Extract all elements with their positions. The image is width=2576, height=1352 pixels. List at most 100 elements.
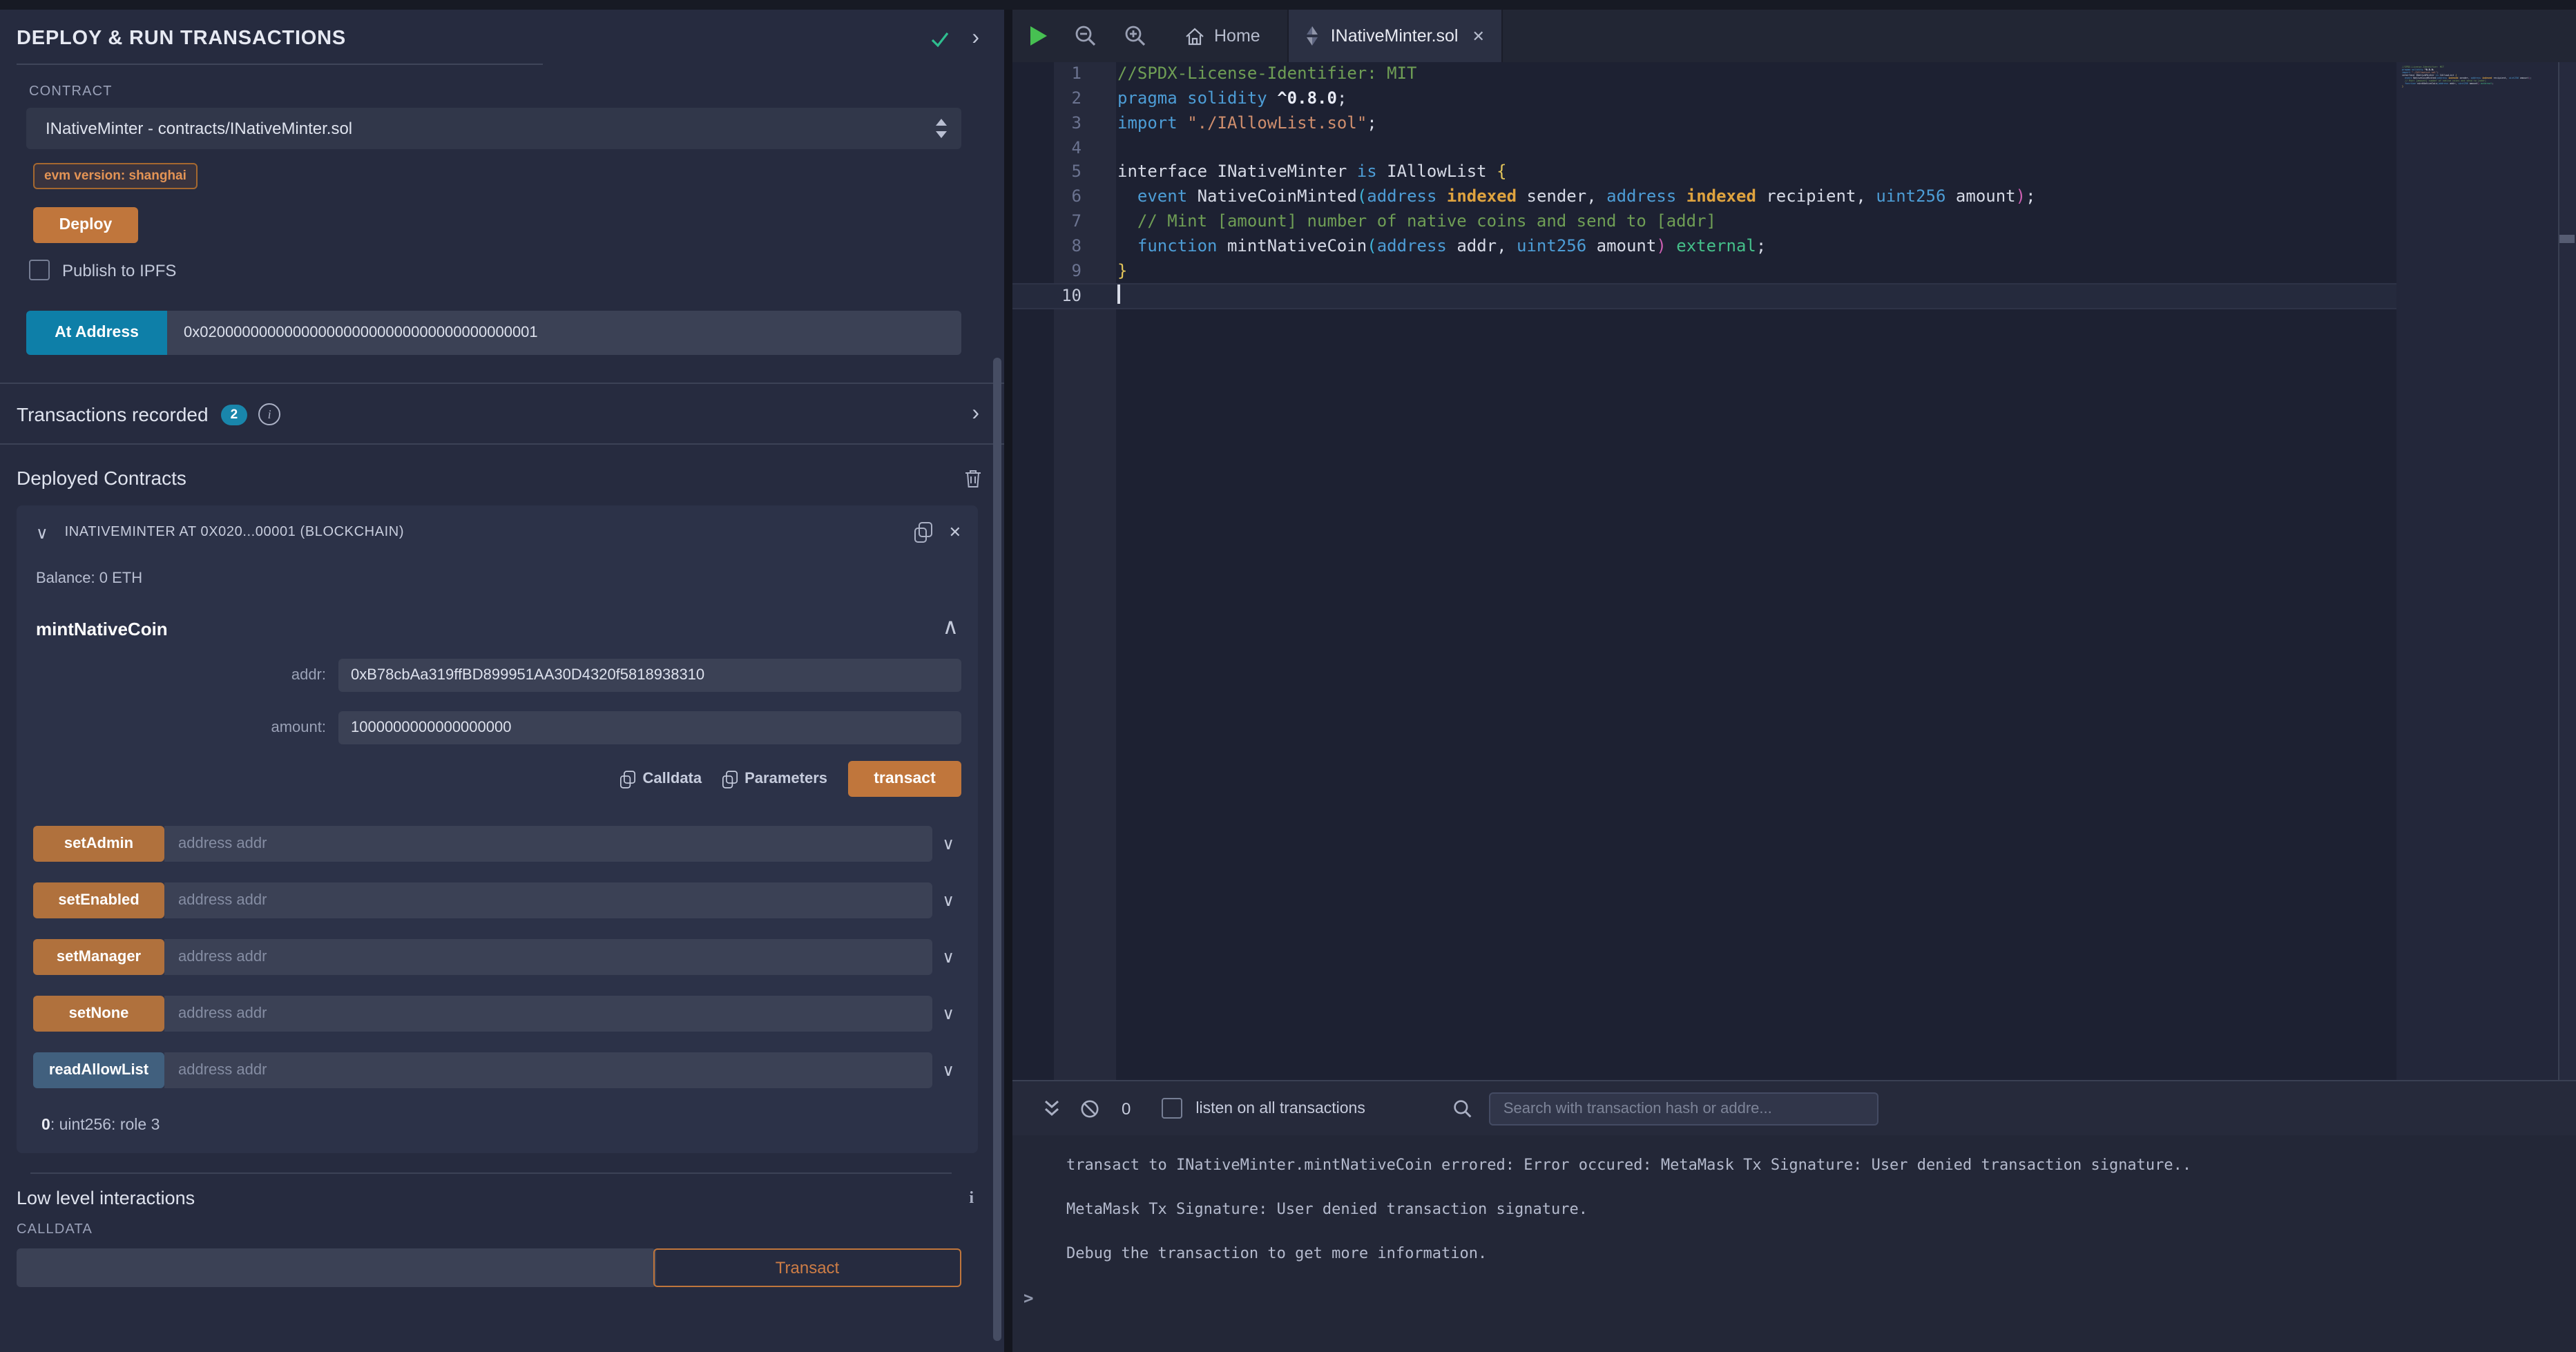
setManager-input[interactable]: [164, 939, 932, 975]
function-list: setAdmin ∨ setEnabled ∨ setManager ∨ setNone ∨ r…: [17, 826, 978, 1088]
line-number: 7: [1012, 210, 1082, 235]
calldata-input[interactable]: [17, 1248, 656, 1287]
code-line-4[interactable]: 4: [1012, 136, 2396, 161]
panel-scrollbar[interactable]: [993, 358, 1001, 1341]
pending-tx-count: 0: [1122, 1099, 1131, 1118]
copy-address-icon[interactable]: [914, 522, 932, 543]
copy-icon: [621, 770, 636, 788]
at-address-input[interactable]: [167, 311, 961, 355]
code-editor[interactable]: 1//SPDX-License-Identifier: MIT2pragma s…: [1012, 62, 2576, 1080]
zoom-in-icon[interactable]: [1124, 25, 1146, 47]
listen-transactions-label: listen on all transactions: [1195, 1100, 1365, 1117]
code-line-1[interactable]: 1//SPDX-License-Identifier: MIT: [1012, 62, 2396, 87]
expand-transactions-icon[interactable]: ›: [972, 403, 979, 425]
search-icon: [1454, 1099, 1473, 1118]
chevron-down-icon[interactable]: ∨: [942, 947, 954, 967]
code-line-8[interactable]: 8 function mintNativeCoin(address addr, …: [1012, 235, 2396, 260]
function-header[interactable]: mintNativeCoin ∧: [17, 587, 978, 639]
contract-card-header[interactable]: ∨ INATIVEMINTER AT 0X020...00001 (BLOCKC…: [17, 505, 978, 543]
deploy-button[interactable]: Deploy: [33, 207, 138, 243]
code-line-6[interactable]: 6 event NativeCoinMinted(address indexed…: [1012, 185, 2396, 210]
code-line-2[interactable]: 2pragma solidity ^0.8.0;: [1012, 87, 2396, 112]
setEnabled-button[interactable]: setEnabled: [33, 882, 164, 918]
tab-inativeminter[interactable]: INativeMinter.sol ✕: [1288, 10, 1503, 62]
info-icon: i: [258, 403, 280, 425]
tab-close-icon[interactable]: ✕: [1472, 27, 1485, 45]
code-line-10[interactable]: 10: [1012, 284, 2396, 309]
function-row-setAdmin: setAdmin ∨: [33, 826, 954, 862]
collapse-function-icon[interactable]: ∧: [943, 617, 959, 639]
code-line-5[interactable]: 5interface INativeMinter is IAllowList {: [1012, 161, 2396, 186]
transact-button[interactable]: transact: [848, 761, 961, 797]
contract-select[interactable]: INativeMinter - contracts/INativeMinter.…: [26, 108, 961, 149]
editor-tabbar: Home INativeMinter.sol ✕: [1012, 10, 2576, 62]
chevron-down-icon[interactable]: ∨: [942, 1061, 954, 1080]
parameters-copy-label: Parameters: [744, 771, 827, 787]
setManager-button[interactable]: setManager: [33, 939, 164, 975]
chevron-down-icon[interactable]: ∨: [942, 834, 954, 853]
zoom-out-icon[interactable]: [1075, 25, 1097, 47]
code-line-3[interactable]: 3import "./IAllowList.sol";: [1012, 111, 2396, 136]
terminal-prompt[interactable]: >: [1023, 1288, 2562, 1308]
publish-ipfs-checkbox[interactable]: [29, 260, 50, 280]
copy-icon: [722, 770, 738, 788]
line-number: 9: [1012, 260, 1082, 284]
clear-console-icon[interactable]: [1080, 1099, 1099, 1118]
chevron-down-icon[interactable]: ∨: [942, 1004, 954, 1023]
remix-ide-window: DEPLOY & RUN TRANSACTIONS › CONTRACT INa…: [0, 0, 2576, 1352]
tab-label: INativeMinter.sol: [1331, 26, 1459, 46]
setAdmin-input[interactable]: [164, 826, 932, 862]
function-row-setManager: setManager ∨: [33, 939, 954, 975]
collapse-terminal-icon[interactable]: [1043, 1099, 1061, 1117]
terminal-log-line: Debug the transaction to get more inform…: [1066, 1242, 2562, 1266]
setAdmin-button[interactable]: setAdmin: [33, 826, 164, 862]
calldata-copy-label: Calldata: [643, 771, 702, 787]
low-level-transact-button[interactable]: Transact: [653, 1248, 961, 1287]
select-updown-icon: [935, 119, 948, 138]
transactions-count-badge: 2: [221, 404, 248, 425]
run-script-icon[interactable]: [1030, 26, 1047, 46]
evm-version-badge: evm version: shanghai: [33, 163, 198, 189]
minimap[interactable]: //SPDX-License-Identifier: MITpragma sol…: [2396, 62, 2558, 1080]
chevron-down-icon[interactable]: ∨: [942, 891, 954, 910]
editor-scrollbar-track[interactable]: [2558, 62, 2576, 1080]
terminal-toolbar: 0 listen on all transactions: [1012, 1081, 2576, 1135]
transactions-recorded-row[interactable]: Transactions recorded 2 i ›: [0, 384, 1004, 443]
amount-field-row: amount:: [17, 711, 961, 744]
panel-editor-divider[interactable]: [1004, 10, 1012, 1352]
terminal-search-input[interactable]: [1490, 1092, 1879, 1125]
readAllowList-button[interactable]: readAllowList: [33, 1052, 164, 1088]
line-number: 2: [1012, 87, 1082, 112]
line-number: 4: [1012, 136, 1082, 161]
publish-ipfs-row: Publish to IPFS: [29, 260, 961, 280]
at-address-row: At Address: [26, 311, 961, 355]
addr-field-input[interactable]: [338, 659, 961, 692]
deployed-contracts-title: Deployed Contracts: [17, 467, 964, 489]
setNone-input[interactable]: [164, 996, 932, 1032]
tab-home[interactable]: Home: [1180, 26, 1266, 46]
contract-section: CONTRACT INativeMinter - contracts/INati…: [0, 84, 1004, 355]
editor-scrollbar-thumb[interactable]: [2559, 235, 2575, 243]
collapse-panel-icon[interactable]: ›: [972, 28, 979, 50]
listen-transactions-checkbox[interactable]: [1161, 1098, 1182, 1119]
line-number: 10: [1012, 284, 1082, 309]
at-address-button[interactable]: At Address: [26, 311, 167, 355]
line-number: 1: [1012, 62, 1082, 87]
terminal-output[interactable]: transact to INativeMinter.mintNativeCoin…: [1012, 1135, 2576, 1308]
readAllowList-input[interactable]: [164, 1052, 932, 1088]
info-icon: i: [969, 1188, 974, 1208]
collapse-contract-icon[interactable]: ∨: [36, 524, 48, 541]
trash-icon[interactable]: [964, 467, 982, 488]
amount-field-input[interactable]: [338, 711, 961, 744]
code-line-7[interactable]: 7 // Mint [amount] number of native coin…: [1012, 210, 2396, 235]
contract-label: CONTRACT: [29, 84, 961, 99]
code-line-9[interactable]: 9}: [1012, 260, 2396, 284]
setEnabled-input[interactable]: [164, 882, 932, 918]
remove-contract-icon[interactable]: ✕: [949, 523, 961, 541]
addr-field-label: addr:: [17, 667, 338, 684]
copy-parameters-control[interactable]: Parameters: [722, 770, 827, 788]
copy-calldata-control[interactable]: Calldata: [621, 770, 702, 788]
low-level-calldata-row: Transact: [17, 1248, 961, 1287]
function-action-row: Calldata Parameters transact: [17, 761, 961, 797]
setNone-button[interactable]: setNone: [33, 996, 164, 1032]
